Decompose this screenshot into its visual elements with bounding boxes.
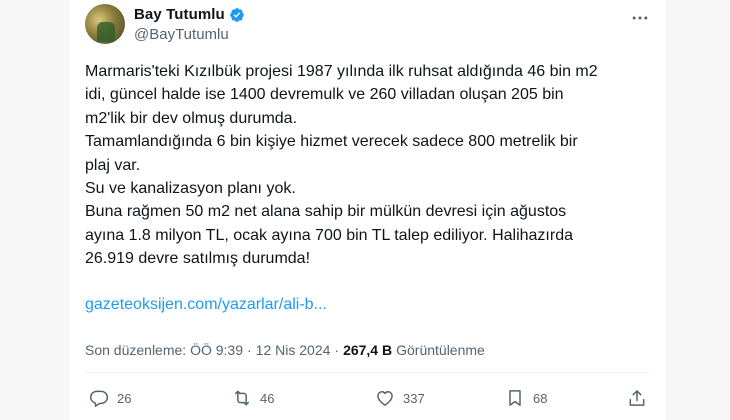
bookmark-icon (509, 390, 521, 406)
share-icon (629, 390, 645, 406)
author-handle[interactable]: @BayTutumlu (134, 26, 229, 43)
meta-separator: · (334, 342, 340, 358)
meta-separator: · (247, 342, 252, 358)
repost-count: 46 (260, 390, 275, 406)
repost-icon (235, 390, 249, 406)
author-name-row: Bay Tutumlu (134, 6, 245, 23)
tweet-line: plaj var. (85, 156, 141, 174)
tweet-line: Tamamlandığında 6 bin kişiye hizmet vere… (85, 133, 578, 151)
tweet-line: ayına 1.8 milyon TL, ocak ayına 700 bin … (85, 226, 573, 244)
edited-timestamp[interactable]: Son düzenleme: ÖÖ 9:39 (85, 342, 243, 358)
like-count: 337 (403, 390, 425, 406)
article-link[interactable]: gazeteoksijen.com/yazarlar/ali-b... (85, 296, 327, 314)
display-name[interactable]: Bay Tutumlu (134, 6, 225, 23)
tweet-line: Buna rağmen 50 m2 net alana sahip bir mü… (85, 203, 567, 221)
action-bar: 26 46 337 68 (85, 388, 650, 412)
tweet-line: idi, güncel halde ise 1400 devremulk ve … (85, 86, 564, 104)
tweet-line: m2'lik bir dev olmuş durumda. (85, 109, 298, 127)
share-button[interactable] (627, 388, 647, 408)
tweet-card: Bay Tutumlu @BayTutumlu Marmaris'teki Kı… (68, 0, 667, 420)
tweet-line: Su ve kanalizasyon planı yok. (85, 180, 296, 198)
avatar[interactable] (85, 4, 125, 44)
verified-badge-icon (229, 7, 244, 22)
heart-icon (377, 391, 393, 406)
views-label: Görüntülenme (396, 342, 485, 358)
views-count: 267,4 B (343, 342, 393, 358)
tweet-meta: Son düzenleme: ÖÖ 9:39 · 12 Nis 2024 · 2… (85, 342, 485, 358)
bookmark-count: 68 (533, 390, 548, 406)
tweet-line: Marmaris'teki Kızılbük projesi 1987 yılı… (85, 63, 598, 80)
bookmark-button[interactable]: 68 (505, 388, 547, 408)
tweet-text: Marmaris'teki Kızılbük projesi 1987 yılı… (85, 60, 650, 271)
tweet-date[interactable]: 12 Nis 2024 (256, 342, 331, 358)
like-button[interactable]: 337 (375, 388, 425, 408)
repost-button[interactable]: 46 (232, 388, 274, 408)
reply-icon (89, 390, 109, 407)
more-options-icon[interactable] (630, 8, 650, 28)
tweet-line: 26.919 devre satılmış durumda! (85, 250, 311, 268)
divider (85, 372, 650, 373)
reply-button[interactable]: 26 (89, 388, 131, 408)
reply-count: 26 (117, 390, 132, 406)
